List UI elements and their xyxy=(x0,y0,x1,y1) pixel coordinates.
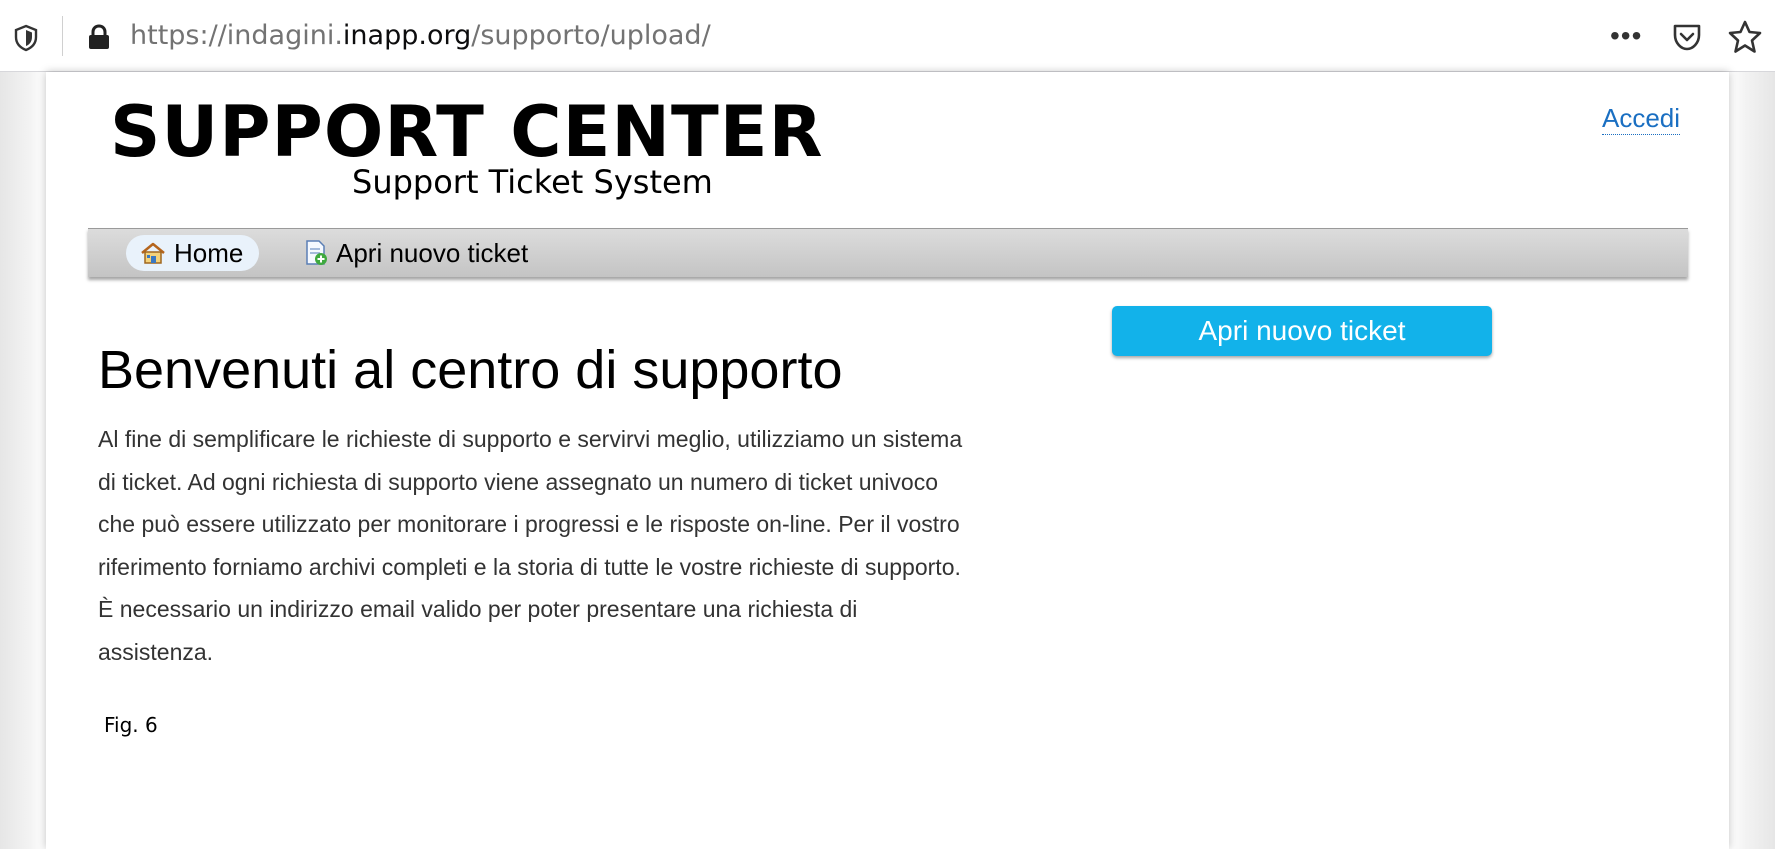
nav-item-home[interactable]: Home xyxy=(126,235,260,271)
figure-caption: Fig. 6 xyxy=(104,713,158,737)
intro-line: È necessario un indirizzo email valido p… xyxy=(98,596,858,622)
site-logo-subtitle: Support Ticket System xyxy=(352,163,713,201)
main-nav-bar: Home Apri nuovo ticket xyxy=(88,228,1688,277)
intro-line: che può essere utilizzato per monitorare… xyxy=(98,511,960,537)
nav-item-label: Home xyxy=(174,237,244,268)
nav-item-new-ticket[interactable]: Apri nuovo ticket xyxy=(298,235,534,271)
page-title: Benvenuti al centro di supporto xyxy=(98,340,843,400)
lock-icon[interactable] xyxy=(88,24,110,50)
nav-item-label: Apri nuovo ticket xyxy=(336,237,529,268)
home-icon xyxy=(141,242,165,264)
intro-paragraph: Al fine di semplificare le richieste di … xyxy=(98,418,1078,673)
tracking-protection-shield-icon[interactable] xyxy=(14,24,38,52)
pocket-icon[interactable] xyxy=(1672,22,1702,52)
intro-line: assistenza. xyxy=(98,638,214,665)
intro-line: riferimento forniamo archivi completi e … xyxy=(98,553,961,580)
url-host: inapp.org xyxy=(342,20,472,51)
page-actions-menu-button[interactable]: ••• xyxy=(1610,20,1642,52)
url-field[interactable]: https://indagini.inapp.org/supporto/uplo… xyxy=(130,18,711,54)
site-logo-title[interactable]: SUPPORT CENTER xyxy=(110,92,824,172)
open-new-ticket-button[interactable]: Apri nuovo ticket xyxy=(1112,306,1492,356)
address-bar-separator xyxy=(62,16,63,56)
new-ticket-icon xyxy=(306,240,327,265)
page-container: SUPPORT CENTER Support Ticket System Acc… xyxy=(46,72,1729,849)
login-link[interactable]: Accedi xyxy=(1602,102,1681,135)
bookmark-star-icon[interactable] xyxy=(1728,20,1762,54)
browser-address-bar: https://indagini.inapp.org/supporto/uplo… xyxy=(0,0,1775,72)
intro-line: di ticket. Ad ogni richiesta di supporto… xyxy=(98,468,938,495)
intro-line: Al fine di semplificare le richieste di … xyxy=(98,426,963,452)
